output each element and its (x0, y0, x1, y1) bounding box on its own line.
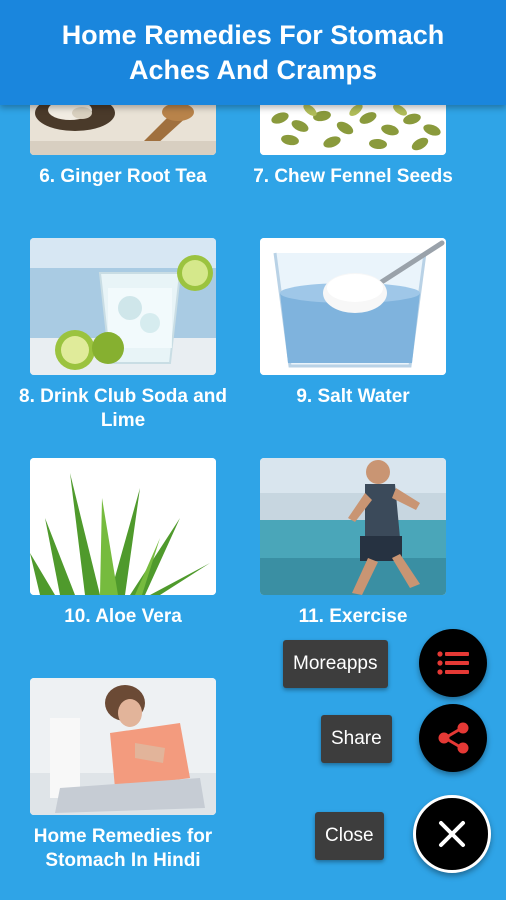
remedy-label: 7. Chew Fennel Seeds (253, 166, 453, 187)
remedy-label: 9. Salt Water (296, 386, 410, 407)
share-label-button[interactable]: Share (321, 715, 392, 763)
remedy-label: Home Remedies for Stomach In Hindi (33, 826, 213, 871)
stomach-ache-image (30, 678, 216, 815)
close-fab[interactable] (413, 795, 491, 873)
remedy-label: 8. Drink Club Soda and Lime (19, 386, 227, 431)
salt-water-image (260, 238, 446, 375)
close-label-button[interactable]: Close (315, 812, 384, 860)
list-icon (437, 651, 469, 675)
close-icon (439, 821, 465, 847)
more-apps-fab[interactable] (419, 629, 487, 697)
remedy-label: 10. Aloe Vera (64, 606, 182, 627)
aloe-vera-image (30, 458, 216, 595)
page-title: Home Remedies For Stomach Aches And Cram… (61, 19, 445, 85)
remedy-label: 6. Ginger Root Tea (39, 166, 207, 187)
share-fab[interactable] (419, 704, 487, 772)
remedy-label: 11. Exercise (298, 606, 408, 627)
exercise-image (260, 458, 446, 595)
club-soda-lime-image (30, 238, 216, 375)
more-apps-label-button[interactable]: Moreapps (283, 640, 388, 688)
app-header: Home Remedies For Stomach Aches And Cram… (0, 0, 506, 105)
share-icon (438, 722, 469, 754)
